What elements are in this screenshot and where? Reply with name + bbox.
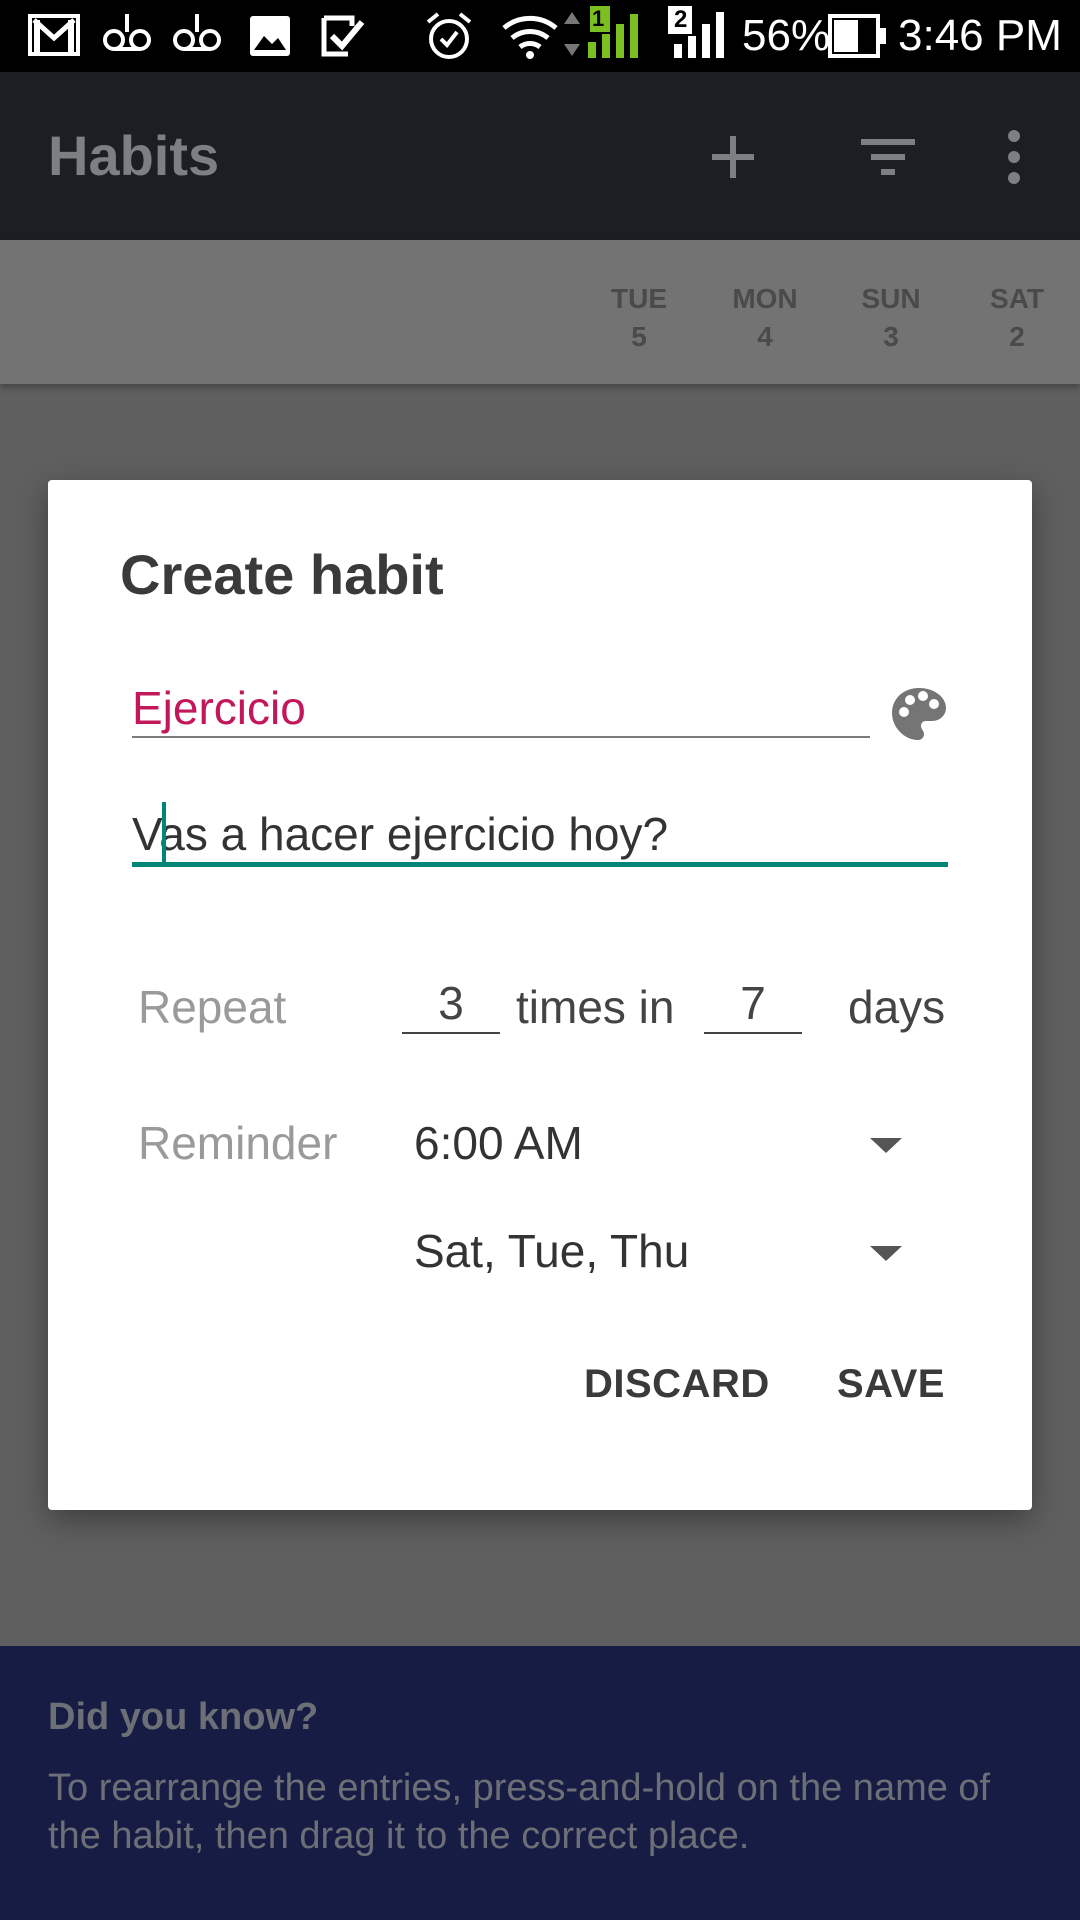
- habit-question-text: Vas a hacer ejercicio hoy?: [132, 808, 669, 860]
- sim-2-label: 2: [674, 6, 688, 33]
- day-date: 4: [757, 321, 773, 352]
- tip-banner: Did you know? To rearrange the entries, …: [0, 1646, 1080, 1920]
- reminder-days-value: Sat, Tue, Thu: [414, 1225, 690, 1277]
- gmail-icon: [28, 14, 80, 56]
- day-of-week: SUN: [861, 283, 921, 314]
- battery-icon: [828, 14, 886, 58]
- repeat-times-input[interactable]: 3: [402, 974, 500, 1034]
- tip-body: To rearrange the entries, press-and-hold…: [48, 1767, 991, 1857]
- save-button[interactable]: SAVE: [837, 1362, 945, 1407]
- voicemail-icon: [103, 14, 151, 51]
- app-bar: Habits: [0, 72, 1080, 240]
- alarm-icon: [426, 12, 472, 59]
- day-header: TUE 5 MON 4 SUN 3 SAT 2: [0, 240, 1080, 384]
- reminder-time-value: 6:00 AM: [414, 1117, 583, 1169]
- day-date: 2: [1009, 321, 1025, 352]
- chevron-down-icon: [870, 1138, 902, 1153]
- day-of-week: SAT: [990, 283, 1044, 314]
- days-label: days: [848, 981, 946, 1033]
- day-of-week: MON: [732, 283, 798, 314]
- status-time: 3:46 PM: [898, 11, 1062, 60]
- habit-name-input[interactable]: Ejercicio: [132, 680, 870, 738]
- habit-question-input[interactable]: Vas a hacer ejercicio hoy?: [132, 802, 948, 867]
- text-cursor: [162, 802, 166, 864]
- sim-1-label: 1: [592, 6, 605, 31]
- image-icon: [250, 16, 290, 56]
- status-bar: 1 2 56% 3:46 PM: [0, 0, 1080, 72]
- day-column-header: TUE 5: [579, 280, 699, 356]
- day-column-header: SUN 3: [831, 280, 951, 356]
- voicemail-icon: [173, 14, 221, 51]
- tip-title: Did you know?: [48, 1696, 319, 1738]
- day-column-header: MON 4: [705, 280, 825, 356]
- reminder-time-dropdown[interactable]: 6:00 AM: [414, 1100, 974, 1180]
- filter-icon[interactable]: [853, 122, 923, 192]
- more-vert-icon[interactable]: [979, 122, 1049, 192]
- signal-icon: [564, 6, 638, 58]
- reminder-label: Reminder: [138, 1117, 338, 1169]
- wifi-icon: [502, 15, 558, 59]
- day-of-week: TUE: [611, 283, 667, 314]
- chevron-down-icon: [870, 1246, 902, 1261]
- reminder-days-dropdown[interactable]: Sat, Tue, Thu: [414, 1208, 974, 1288]
- dialog-title: Create habit: [120, 543, 444, 606]
- times-in-label: times in: [516, 981, 675, 1033]
- day-date: 5: [631, 321, 647, 352]
- repeat-label: Repeat: [138, 981, 287, 1033]
- app-title: Habits: [48, 124, 220, 187]
- add-icon[interactable]: [698, 122, 768, 192]
- battery-percent: 56%: [742, 11, 831, 60]
- day-column-header: SAT 2: [957, 280, 1077, 356]
- palette-icon[interactable]: [890, 685, 948, 743]
- discard-button[interactable]: DISCARD: [584, 1362, 770, 1407]
- day-date: 3: [883, 321, 899, 352]
- task-check-icon: [321, 15, 365, 57]
- repeat-days-input[interactable]: 7: [704, 974, 802, 1034]
- create-habit-dialog: Create habit Ejercicio Vas a hacer ejerc…: [48, 480, 1032, 1510]
